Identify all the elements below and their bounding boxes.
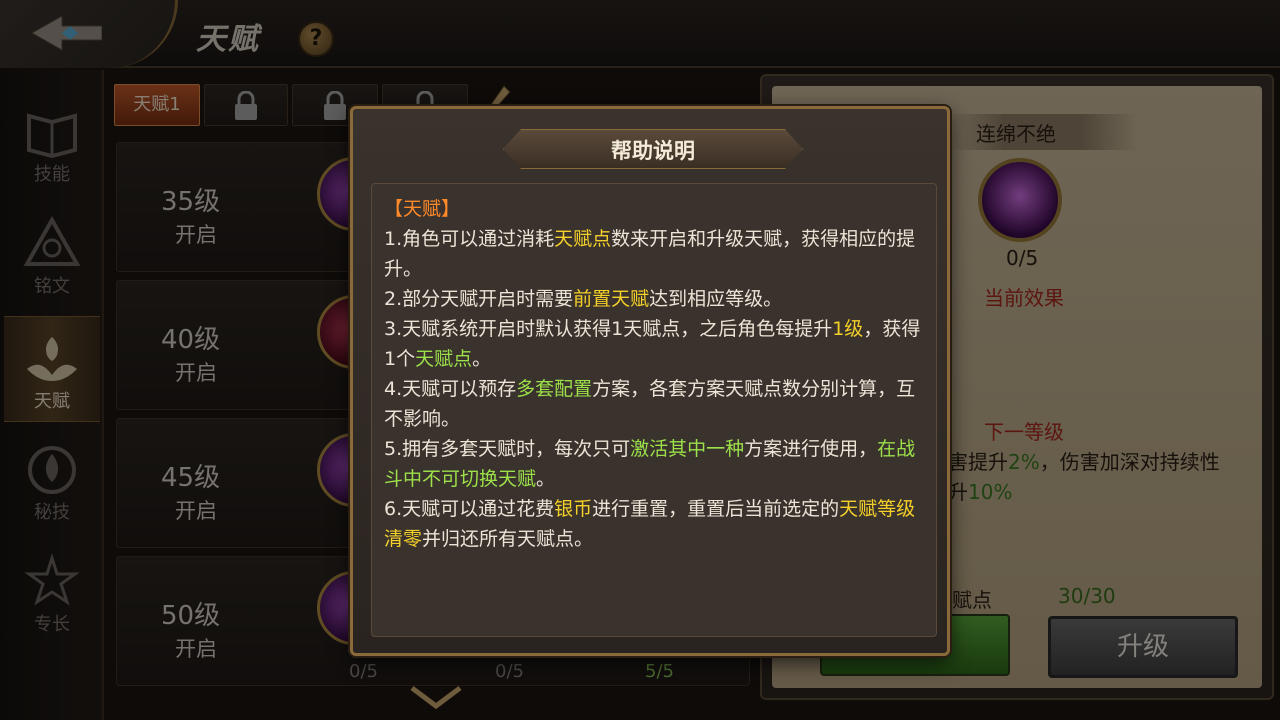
help-heading: 【天赋】	[384, 198, 461, 220]
dialog-body: 【天赋】 1.角色可以通过消耗天赋点数来开启和升级天赋，获得相应的提升。 2.部…	[371, 183, 937, 637]
help-dialog: 帮助说明 【天赋】 1.角色可以通过消耗天赋点数来开启和升级天赋，获得相应的提升…	[350, 106, 950, 656]
help-item-4: 4.天赋可以预存多套配置方案，各套方案天赋点数分别计算，互不影响。	[384, 378, 916, 430]
help-item-1: 1.角色可以通过消耗天赋点数来开启和升级天赋，获得相应的提升。	[384, 228, 916, 280]
help-item-3: 3.天赋系统开启时默认获得1天赋点，之后角色每提升1级，获得1个天赋点。	[384, 318, 921, 370]
help-text: 【天赋】 1.角色可以通过消耗天赋点数来开启和升级天赋，获得相应的提升。 2.部…	[384, 194, 924, 554]
help-item-6: 6.天赋可以通过花费银币进行重置，重置后当前选定的天赋等级清零并归还所有天赋点。	[384, 498, 916, 550]
help-item-2: 2.部分天赋开启时需要前置天赋达到相应等级。	[384, 288, 783, 310]
help-item-5: 5.拥有多套天赋时，每次只可激活其中一种方案进行使用，在战斗中不可切换天赋。	[384, 438, 916, 490]
dialog-title: 帮助说明	[611, 139, 695, 163]
